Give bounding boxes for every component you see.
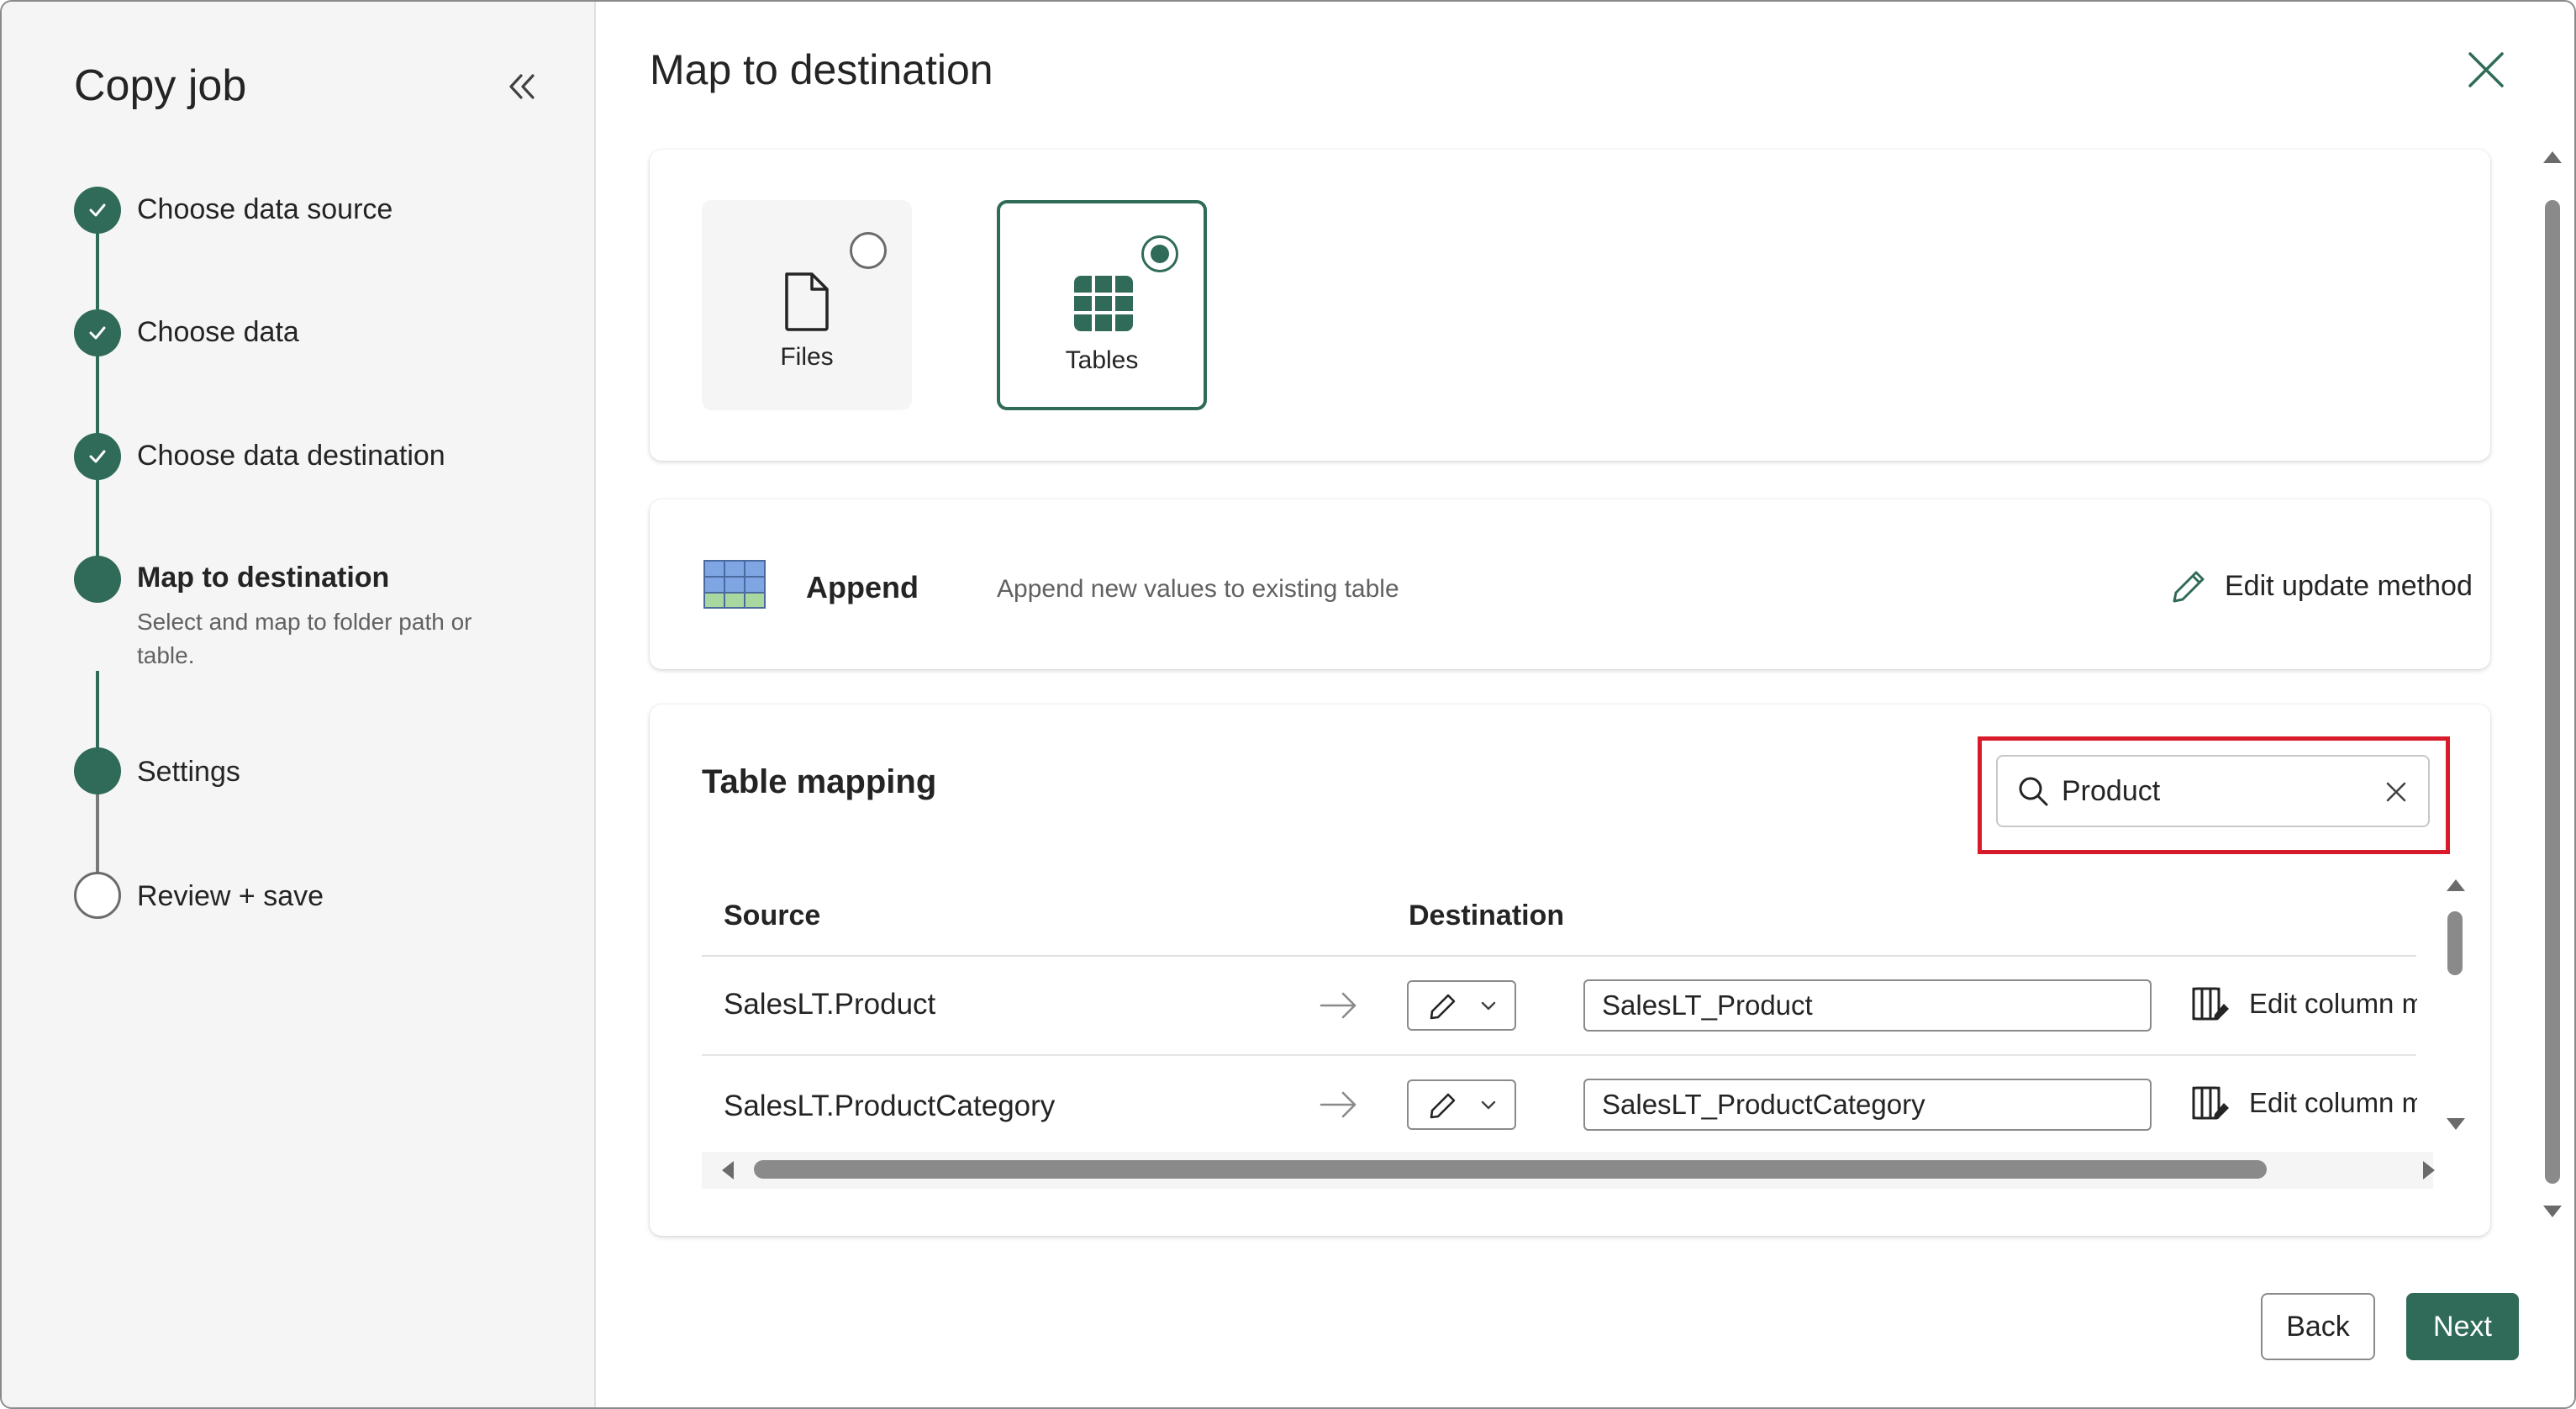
pencil-icon [2173,571,2205,603]
table-grid-icon [1074,276,1133,331]
checkmark-icon [89,450,106,463]
step-choose-data[interactable]: Choose data [137,316,299,349]
update-method-card: Append Append new values to existing tab… [650,499,2490,669]
tables-label: Tables [1065,346,1139,374]
step-connector [96,476,99,557]
step-connector [96,229,99,309]
search-icon [2019,777,2048,806]
step-upcoming-indicator [74,872,121,919]
pencil-icon [1430,1093,1456,1119]
source-table-cell: SalesLT.Product [724,988,936,1021]
page-vertical-scrollbar[interactable] [2541,145,2564,1229]
arrow-right-icon [1320,1091,1356,1118]
tables-option[interactable]: Tables [997,200,1207,410]
source-column-header: Source [724,900,821,931]
scroll-down-icon[interactable] [2543,1206,2562,1217]
files-radio[interactable] [850,232,887,269]
table-vertical-scrollbar[interactable] [2445,879,2467,1132]
column-mapping-icon [2192,987,2229,1021]
search-input[interactable] [2060,773,2366,809]
table-action-dropdown[interactable] [1407,980,1516,1031]
step-complete-indicator [74,433,121,480]
row-divider [702,1054,2416,1056]
update-method-name: Append [806,570,919,604]
clear-search-icon[interactable] [2379,775,2413,809]
step-connector [96,351,99,434]
edit-column-mapping-button[interactable]: Edit column ma [2157,1083,2417,1123]
scroll-thumb[interactable] [2545,200,2560,1184]
table-search-box [1996,755,2430,827]
step-map-to-destination: Map to destination [137,562,390,594]
checkmark-icon [89,326,106,340]
step-choose-data-source[interactable]: Choose data source [137,193,392,226]
step-settings: Settings [137,756,240,788]
table-mapping-card: Table mapping Source Destination SalesLT… [650,704,2490,1236]
arrow-right-icon [1320,992,1356,1019]
step-current-indicator [74,556,121,603]
copy-job-dialog: Copy job Choose data source Choose data … [0,0,2576,1409]
destination-table-input[interactable] [1583,1079,2152,1131]
step-complete-indicator [74,309,121,356]
page-title: Map to destination [650,46,993,93]
files-option[interactable]: Files [702,200,912,410]
column-mapping-icon [2192,1086,2229,1120]
scroll-up-icon[interactable] [2543,151,2562,163]
back-button[interactable]: Back [2261,1293,2375,1360]
edit-column-mapping-label: Edit column ma [2249,988,2417,1019]
step-upcoming-indicator [74,747,121,794]
next-button[interactable]: Next [2406,1293,2519,1360]
collapse-sidebar-icon[interactable] [503,67,541,106]
file-icon [785,272,829,331]
destination-table-input[interactable] [1583,979,2152,1032]
scroll-right-icon[interactable] [2423,1161,2435,1179]
scroll-down-icon[interactable] [2447,1118,2465,1130]
step-review-save: Review + save [137,880,324,912]
chevron-down-icon [1481,1100,1496,1110]
destination-column-header: Destination [1409,900,1565,931]
scroll-thumb[interactable] [2447,911,2463,975]
table-mapping-title: Table mapping [702,763,937,800]
sidebar-title: Copy job [74,61,247,110]
edit-column-mapping-label: Edit column ma [2249,1087,2417,1118]
chevron-down-icon [1481,1001,1496,1011]
tables-radio[interactable] [1141,235,1178,272]
header-divider [702,955,2416,957]
table-action-dropdown[interactable] [1407,1079,1516,1130]
update-method-description: Append new values to existing table [997,575,1399,603]
edit-update-method-label: Edit update method [2225,569,2473,602]
wizard-sidebar: Copy job Choose data source Choose data … [2,2,596,1407]
scroll-left-icon[interactable] [722,1161,734,1179]
source-table-cell: SalesLT.ProductCategory [724,1090,1056,1122]
step-description: Select and map to folder path or table. [137,609,472,668]
step-choose-data-destination[interactable]: Choose data destination [137,440,445,472]
destination-type-card: Files Tables [650,150,2490,461]
close-icon[interactable] [2462,45,2510,94]
pencil-icon [1430,994,1456,1020]
append-table-icon [703,560,766,609]
horizontal-scroll-thumb[interactable] [754,1160,2267,1179]
scroll-up-icon[interactable] [2447,879,2465,891]
main-panel: Map to destination Files Tables Append A… [596,2,2574,1407]
step-complete-indicator [74,187,121,234]
files-label: Files [780,343,834,371]
step-connector [96,671,99,748]
edit-update-method-button[interactable]: Edit update method [2171,563,2473,609]
checkmark-icon [89,203,106,217]
edit-column-mapping-button[interactable]: Edit column ma [2157,984,2417,1024]
